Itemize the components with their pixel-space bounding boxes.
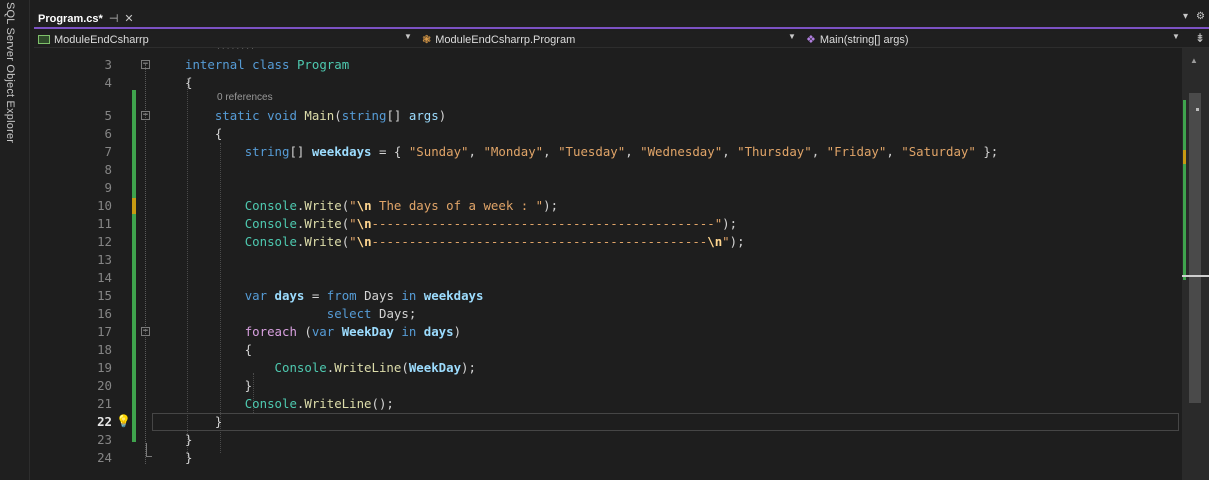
code-line[interactable]: Console.Write("\n The days of a week : "… [185,197,558,215]
line-number: 5 [104,108,112,123]
line-number: 18 [97,342,112,357]
scrollbar-change-marker [1183,100,1186,280]
code-line[interactable]: internal class Program [185,56,349,74]
navigation-bar: ModuleEndCsharrp ▼ ❃ ModuleEndCsharrp.Pr… [34,31,1209,48]
line-number: 14 [97,270,112,285]
tab-program-cs[interactable]: Program.cs* ⊣ ✕ [34,10,146,27]
chevron-down-icon[interactable]: ▼ [404,32,412,41]
close-icon[interactable]: ✕ [124,12,133,25]
codelens-partial: · · · · · · · · [217,44,254,53]
code-line[interactable]: foreach (var WeekDay in days) [185,323,461,341]
line-number: 24 [97,450,112,465]
code-line[interactable]: Console.Write("\n-----------------------… [185,215,737,233]
scroll-up-arrow-icon[interactable]: ▲ [1190,56,1198,65]
pin-icon[interactable]: ⊣ [109,12,119,25]
code-line[interactable]: { [185,341,252,359]
code-line[interactable]: } [185,449,192,467]
code-line[interactable]: Console.WriteLine(); [185,395,394,413]
lightbulb-icon[interactable]: 💡 [116,414,131,428]
code-line[interactable]: { [185,74,192,92]
project-dropdown-label: ModuleEndCsharrp [54,33,149,46]
class-icon: ❃ [422,34,432,46]
chevron-down-icon[interactable]: ▼ [1172,32,1180,41]
member-dropdown-label: Main(string[] args) [819,33,909,46]
class-dropdown-label: ModuleEndCsharrp.Program [435,33,576,46]
line-number: 19 [97,360,112,375]
line-number: 6 [104,126,112,141]
line-number: 4 [104,75,112,90]
change-tracking-bar [132,90,136,442]
codelens-references[interactable]: 0 references [217,92,273,103]
scrollbar-unsaved-marker [1183,150,1186,164]
code-line[interactable]: Console.WriteLine(WeekDay); [185,359,476,377]
code-editor[interactable]: · · · · · · · · 0 references 3 − internal … [34,44,1182,480]
class-dropdown[interactable]: ❃ ModuleEndCsharrp.Program [422,32,575,47]
line-number: 20 [97,378,112,393]
scrollbar-dot-marker [1196,108,1199,111]
fold-toggle-icon[interactable]: − [141,111,150,120]
code-line[interactable]: static void Main(string[] args) [185,107,446,125]
scrollbar-caret-marker [1182,275,1209,277]
code-line[interactable]: } [185,431,192,449]
side-panel-rail[interactable]: SQL Server Object Explorer [0,0,30,480]
code-line[interactable]: string[] weekdays = { "Sunday", "Monday"… [185,143,999,161]
code-line[interactable]: select Days; [185,305,417,323]
fold-toggle-icon[interactable]: − [141,327,150,336]
fold-toggle-icon[interactable]: − [141,60,150,69]
line-number: 13 [97,252,112,267]
line-number: 16 [97,306,112,321]
outline-guide [145,64,146,464]
line-number: 11 [97,216,112,231]
code-line[interactable]: } [185,377,252,395]
code-line[interactable]: Console.Write("\n-----------------------… [185,233,745,251]
chevron-down-icon[interactable]: ▼ [788,32,796,41]
unsaved-change-bar [132,198,136,214]
method-icon: ❖ [806,34,816,46]
code-line[interactable]: { [185,125,222,143]
code-line[interactable]: var days = from Days in weekdays [185,287,484,305]
scrollbar-thumb[interactable] [1189,93,1201,403]
line-number: 9 [104,180,112,195]
line-number: 23 [97,432,112,447]
code-line[interactable]: } [185,413,222,431]
line-number: 21 [97,396,112,411]
tab-title: Program.cs* [38,12,103,25]
gear-icon[interactable]: ⚙ [1196,11,1205,22]
project-dropdown[interactable]: ModuleEndCsharrp [38,32,149,47]
fold-end-marker [146,443,152,457]
line-number: 15 [97,288,112,303]
line-number: 10 [97,198,112,213]
current-line-highlight [152,413,1179,431]
tab-list-dropdown-icon[interactable]: ▾ [1183,11,1188,22]
line-number: 8 [104,162,112,177]
member-dropdown[interactable]: ❖ Main(string[] args) [806,32,909,47]
side-panel-tab-sql-server-object-explorer[interactable]: SQL Server Object Explorer [4,2,16,143]
csharp-project-icon [38,35,50,44]
line-number: 3 [104,57,112,72]
line-number: 12 [97,234,112,249]
split-editor-icon[interactable]: ⇟ [1195,31,1205,45]
line-number: 7 [104,144,112,159]
document-tab-bar: Program.cs* ⊣ ✕ ▾ ⚙ [34,10,1209,29]
line-number: 17 [97,324,112,339]
line-number: 22 [97,414,112,429]
